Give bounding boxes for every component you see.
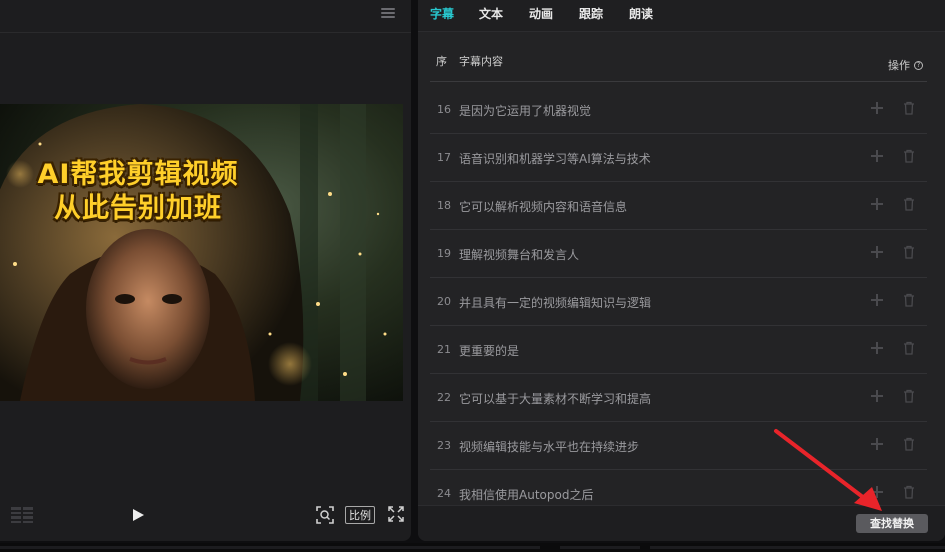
add-icon[interactable] [871, 390, 883, 402]
row-subtitle-text[interactable]: 它可以解析视频内容和语音信息 [459, 198, 627, 215]
row-subtitle-text[interactable]: 更重要的是 [459, 342, 519, 359]
trash-icon[interactable] [903, 292, 915, 307]
column-index-label: 序 [436, 55, 447, 68]
bottom-scroll-strip [0, 543, 945, 552]
waveform-grid-icon[interactable] [11, 507, 33, 523]
tab-animation[interactable]: 动画 [529, 6, 553, 22]
subtitle-row[interactable]: 21 更重要的是 [430, 326, 927, 374]
player-panel: AI帮我剪辑视频 从此告别加班 比例 [0, 0, 411, 541]
row-subtitle-text[interactable]: 它可以基于大量素材不断学习和提高 [459, 390, 651, 407]
add-icon[interactable] [871, 198, 883, 210]
tab-subtitles[interactable]: 字幕 [430, 6, 454, 22]
subtitle-list: 16 是因为它运用了机器视觉 17 语音识别和机器学习等AI算法与技术 18 它可以解析视… [430, 86, 927, 505]
column-content-label: 字幕内容 [459, 55, 503, 68]
video-preview[interactable] [0, 104, 403, 401]
add-icon[interactable] [871, 102, 883, 114]
add-icon[interactable] [871, 342, 883, 354]
aspect-ratio-button[interactable]: 比例 [345, 506, 375, 524]
add-icon[interactable] [871, 150, 883, 162]
add-icon[interactable] [871, 486, 883, 498]
row-index: 19 [437, 247, 451, 260]
add-icon[interactable] [871, 246, 883, 258]
trash-icon[interactable] [903, 244, 915, 259]
add-icon[interactable] [871, 294, 883, 306]
row-index: 18 [437, 199, 451, 212]
row-subtitle-text[interactable]: 视频编辑技能与水平也在持续进步 [459, 438, 639, 455]
trash-icon[interactable] [903, 100, 915, 115]
video-frame-image [0, 104, 403, 401]
row-index: 24 [437, 487, 451, 500]
subtitle-row[interactable]: 16 是因为它运用了机器视觉 [430, 86, 927, 134]
subtitle-table-header: 序 字幕内容 操作 ? [430, 48, 927, 82]
subtitle-row[interactable]: 22 它可以基于大量素材不断学习和提高 [430, 374, 927, 422]
subtitle-row[interactable]: 20 并且具有一定的视频编辑知识与逻辑 [430, 278, 927, 326]
add-icon[interactable] [871, 438, 883, 450]
row-subtitle-text[interactable]: 并且具有一定的视频编辑知识与逻辑 [459, 294, 651, 311]
trash-icon[interactable] [903, 436, 915, 451]
play-icon[interactable] [133, 509, 144, 521]
tab-tracking[interactable]: 跟踪 [579, 6, 603, 22]
fullscreen-icon[interactable] [387, 505, 405, 525]
zoom-focus-icon[interactable] [315, 505, 335, 525]
row-subtitle-text[interactable]: 我相信使用Autopod之后 [459, 486, 593, 503]
row-subtitle-text[interactable]: 是因为它运用了机器视觉 [459, 102, 591, 119]
row-index: 17 [437, 151, 451, 164]
overlay-line-2: 从此告别加班 [54, 193, 222, 224]
trash-icon[interactable] [903, 388, 915, 403]
player-toolbar [0, 0, 411, 33]
trash-icon[interactable] [903, 340, 915, 355]
column-ops-label: 操作 ? [888, 57, 923, 73]
trash-icon[interactable] [903, 196, 915, 211]
row-index: 23 [437, 439, 451, 452]
subtitle-row[interactable]: 19 理解视频舞台和发言人 [430, 230, 927, 278]
row-subtitle-text[interactable]: 语音识别和机器学习等AI算法与技术 [459, 150, 651, 167]
player-controls: 比例 [0, 500, 411, 530]
row-index: 20 [437, 295, 451, 308]
tab-read-aloud[interactable]: 朗读 [629, 6, 653, 22]
help-icon[interactable]: ? [914, 60, 923, 70]
overlay-line-1: AI帮我剪辑视频 [37, 159, 239, 190]
subtitle-row[interactable]: 24 我相信使用Autopod之后 [430, 470, 927, 505]
trash-icon[interactable] [903, 484, 915, 499]
video-overlay-title: AI帮我剪辑视频 从此告别加班 [0, 158, 276, 226]
tab-text[interactable]: 文本 [479, 6, 503, 22]
subtitle-row[interactable]: 23 视频编辑技能与水平也在持续进步 [430, 422, 927, 470]
find-replace-button[interactable]: 查找替换 [856, 514, 928, 533]
ops-label-text: 操作 [888, 59, 910, 72]
row-index: 22 [437, 391, 451, 404]
panel-footer: 查找替换 [418, 505, 945, 541]
editor-window: AI帮我剪辑视频 从此告别加班 比例 字幕 文本 动画 跟踪 朗读 序 字幕内容… [0, 0, 945, 552]
trash-icon[interactable] [903, 148, 915, 163]
subtitle-row[interactable]: 17 语音识别和机器学习等AI算法与技术 [430, 134, 927, 182]
subtitle-row[interactable]: 18 它可以解析视频内容和语音信息 [430, 182, 927, 230]
menu-icon[interactable] [381, 6, 395, 20]
row-subtitle-text[interactable]: 理解视频舞台和发言人 [459, 246, 579, 263]
row-index: 16 [437, 103, 451, 116]
panel-tabs: 字幕 文本 动画 跟踪 朗读 [418, 0, 945, 32]
subtitle-panel: 字幕 文本 动画 跟踪 朗读 序 字幕内容 操作 ? 16 是因为它运用了机器视觉… [418, 0, 945, 541]
row-index: 21 [437, 343, 451, 356]
